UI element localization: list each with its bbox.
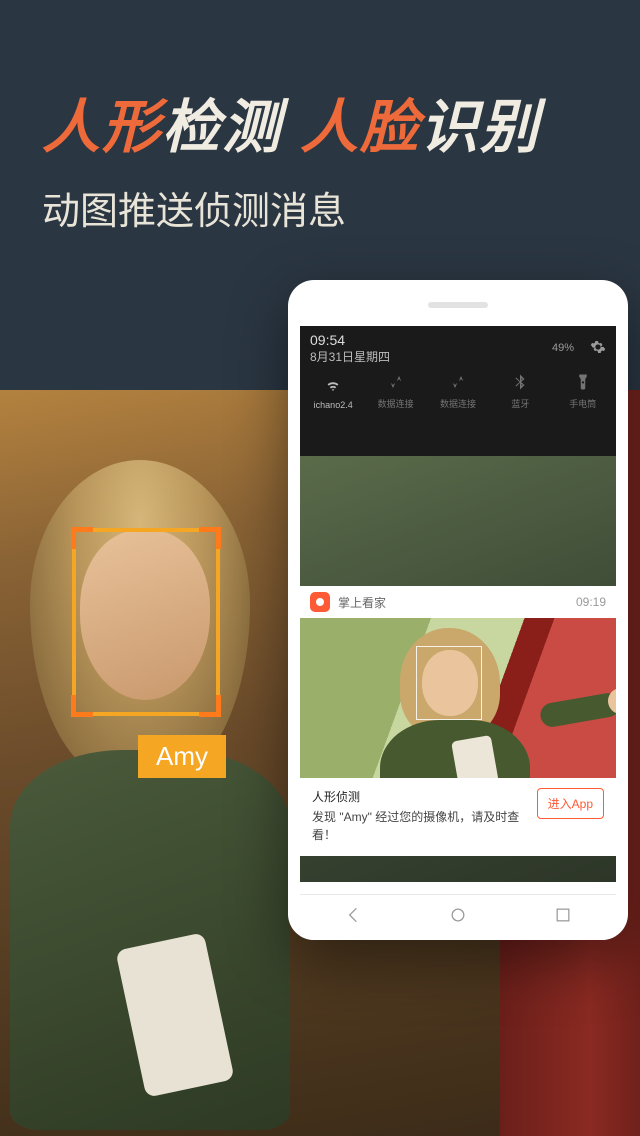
subject-graphic: Amy: [0, 420, 310, 1136]
qs-bluetooth[interactable]: 蓝牙: [489, 373, 551, 410]
battery-percent: 49%: [552, 342, 574, 354]
qs-roaming[interactable]: 数据连接: [427, 373, 489, 410]
status-time: 09:54: [310, 332, 390, 350]
notification-card[interactable]: 掌上看家 09:19 人形侦测 发现 "Amy" 经过您的摄像机，请及时查看！ …: [300, 586, 616, 856]
phone-mockup: 09:54 8月31日星期四 49% ichano2.4: [288, 280, 628, 940]
headline-word-4: 识别: [420, 95, 540, 160]
wifi-icon: [324, 376, 342, 396]
notification-app-name: 掌上看家: [338, 594, 386, 611]
notification-time: 09:19: [576, 595, 606, 609]
android-nav-bar: [300, 894, 616, 940]
qs-bluetooth-label: 蓝牙: [511, 397, 529, 410]
qs-wifi[interactable]: ichano2.4: [302, 376, 364, 410]
mini-face-box: [416, 646, 482, 720]
notification-shade[interactable]: 09:54 8月31日星期四 49% ichano2.4: [300, 326, 616, 456]
nav-recent-button[interactable]: [553, 905, 573, 930]
headline-word-1: 人形: [42, 95, 162, 160]
headline-word-2: 检测: [162, 95, 282, 160]
enter-app-button[interactable]: 进入App: [537, 788, 604, 819]
headline-word-3: 人脸: [300, 95, 420, 160]
qs-flashlight-label: 手电筒: [569, 397, 596, 410]
notification-image: [300, 618, 616, 778]
face-detection-box: [72, 528, 220, 716]
qs-data-label: 数据连接: [378, 397, 414, 410]
face-label-tag: Amy: [138, 735, 226, 778]
phone-speaker: [428, 302, 488, 308]
data-icon: [387, 373, 405, 393]
headline: 人形检测 人脸识别: [42, 80, 610, 164]
qs-data[interactable]: 数据连接: [364, 373, 426, 410]
qs-roaming-label: 数据连接: [440, 397, 476, 410]
app-icon: [310, 592, 330, 612]
notification-title: 人形侦测: [312, 788, 527, 806]
phone-screen: 09:54 8月31日星期四 49% ichano2.4: [300, 326, 616, 882]
nav-back-button[interactable]: [343, 905, 363, 930]
bluetooth-icon: [511, 373, 529, 393]
quick-settings-row: ichano2.4 数据连接 数据连接 蓝牙 手电筒: [300, 367, 616, 418]
status-date: 8月31日星期四: [310, 350, 390, 365]
gear-icon[interactable]: [590, 339, 606, 358]
qs-wifi-label: ichano2.4: [314, 400, 353, 410]
roaming-icon: [449, 373, 467, 393]
subheadline: 动图推送侦测消息: [42, 180, 346, 235]
flashlight-icon: [574, 373, 592, 393]
qs-flashlight[interactable]: 手电筒: [552, 373, 614, 410]
notification-body: 发现 "Amy" 经过您的摄像机，请及时查看！: [312, 808, 527, 844]
nav-home-button[interactable]: [448, 905, 468, 930]
